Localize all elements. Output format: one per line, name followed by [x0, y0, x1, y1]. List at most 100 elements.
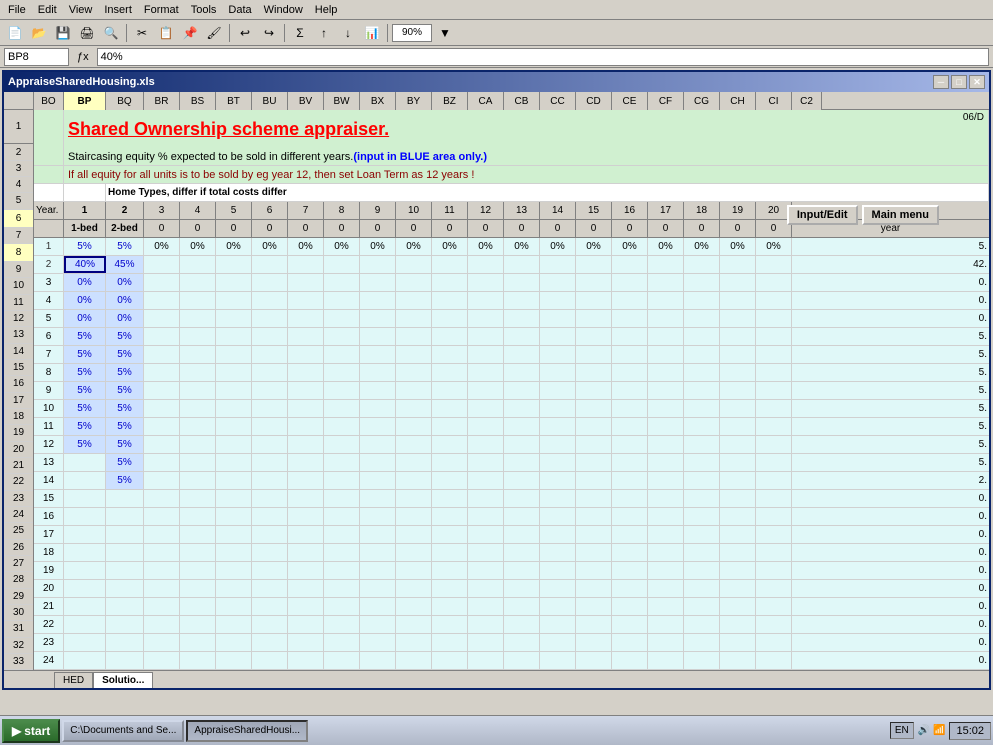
cell-row10-c19[interactable]	[720, 400, 756, 417]
cell-row9-c5[interactable]	[216, 382, 252, 399]
cell-row15-c13[interactable]	[504, 490, 540, 507]
close-button[interactable]: ✕	[969, 75, 985, 89]
cell-row16-c10[interactable]	[396, 508, 432, 525]
cell-row12-c19[interactable]	[720, 436, 756, 453]
taskbar-item-documents[interactable]: C:\Documents and Se...	[62, 720, 184, 742]
cell-row20-c8[interactable]	[324, 580, 360, 597]
cell-row16-c9[interactable]	[360, 508, 396, 525]
cell-row20-c5[interactable]	[216, 580, 252, 597]
col-header-CD[interactable]: CD	[576, 92, 612, 110]
cell-row1-c15[interactable]: 0%	[576, 238, 612, 255]
cell-row18-c11[interactable]	[432, 544, 468, 561]
cell-row22-c7[interactable]	[288, 616, 324, 633]
cell-row15-c3[interactable]	[144, 490, 180, 507]
cell-row14-c14[interactable]	[540, 472, 576, 489]
cell-row8-c12[interactable]	[468, 364, 504, 381]
cell-row24-c12[interactable]	[468, 652, 504, 669]
cell-row17-c19[interactable]	[720, 526, 756, 543]
cell-row5-c17[interactable]	[648, 310, 684, 327]
cell-row18-c17[interactable]	[648, 544, 684, 561]
cell-row2-c3[interactable]	[144, 256, 180, 273]
cell-row6-c6[interactable]	[252, 328, 288, 345]
cell-row20-c18[interactable]	[684, 580, 720, 597]
cell-row14-c11[interactable]	[432, 472, 468, 489]
cell-row7-c7[interactable]	[288, 346, 324, 363]
cell-row2-c11[interactable]	[432, 256, 468, 273]
cell-row2-c6[interactable]	[252, 256, 288, 273]
cell-row7-c4[interactable]	[180, 346, 216, 363]
cell-row19-c17[interactable]	[648, 562, 684, 579]
cell-row9-c17[interactable]	[648, 382, 684, 399]
cell-row21-c5[interactable]	[216, 598, 252, 615]
cell-row5-c10[interactable]	[396, 310, 432, 327]
cell-row5-c19[interactable]	[720, 310, 756, 327]
cell-row22-c14[interactable]	[540, 616, 576, 633]
cell-row5-c20[interactable]	[756, 310, 792, 327]
cell-row11-c16[interactable]	[612, 418, 648, 435]
cell-row16-c8[interactable]	[324, 508, 360, 525]
cell-row16-c18[interactable]	[684, 508, 720, 525]
cell-row9-c11[interactable]	[432, 382, 468, 399]
cell-row22-col1[interactable]	[64, 616, 106, 633]
cell-row10-c11[interactable]	[432, 400, 468, 417]
cell-row24-c4[interactable]	[180, 652, 216, 669]
cell-row21-c4[interactable]	[180, 598, 216, 615]
sum-button[interactable]: Σ	[289, 22, 311, 44]
cell-year-23[interactable]: 23	[34, 634, 64, 651]
cell-row1-c13[interactable]: 0%	[504, 238, 540, 255]
menu-view[interactable]: View	[63, 2, 99, 18]
cell-row8-c16[interactable]	[612, 364, 648, 381]
cell-row15-c11[interactable]	[432, 490, 468, 507]
cell-row6-c19[interactable]	[720, 328, 756, 345]
cell-row3-c17[interactable]	[648, 274, 684, 291]
col-header-CA[interactable]: CA	[468, 92, 504, 110]
chart-button[interactable]: 📊	[361, 22, 383, 44]
cell-row24-c6[interactable]	[252, 652, 288, 669]
cell-row2-c4[interactable]	[180, 256, 216, 273]
cell-row22-c20[interactable]	[756, 616, 792, 633]
cell-row17-c5[interactable]	[216, 526, 252, 543]
main-menu-button[interactable]: Main menu	[862, 205, 939, 225]
cell-row19-c6[interactable]	[252, 562, 288, 579]
cell-row11-c19[interactable]	[720, 418, 756, 435]
cell-row13-c19[interactable]	[720, 454, 756, 471]
cell-row1-c5[interactable]: 0%	[216, 238, 252, 255]
cell-row19-c8[interactable]	[324, 562, 360, 579]
cell-row6-c17[interactable]	[648, 328, 684, 345]
cell-year-16[interactable]: 16	[34, 508, 64, 525]
cell-row9-c6[interactable]	[252, 382, 288, 399]
cell-row8-c17[interactable]	[648, 364, 684, 381]
cell-row15-c12[interactable]	[468, 490, 504, 507]
cell-row7-c5[interactable]	[216, 346, 252, 363]
cell-row9-c4[interactable]	[180, 382, 216, 399]
cell-row16-c17[interactable]	[648, 508, 684, 525]
cell-row9-c19[interactable]	[720, 382, 756, 399]
cell-row20-c20[interactable]	[756, 580, 792, 597]
cell-row9-c3[interactable]	[144, 382, 180, 399]
cell-row24-c20[interactable]	[756, 652, 792, 669]
cell-row13-c13[interactable]	[504, 454, 540, 471]
cell-row3-c20[interactable]	[756, 274, 792, 291]
cell-row5-c13[interactable]	[504, 310, 540, 327]
cell-row13-c14[interactable]	[540, 454, 576, 471]
cell-row3-col2[interactable]: 0%	[106, 274, 144, 291]
cell-row14-col1[interactable]	[64, 472, 106, 489]
cell-row19-c5[interactable]	[216, 562, 252, 579]
cell-row22-c9[interactable]	[360, 616, 396, 633]
cell-row19-c4[interactable]	[180, 562, 216, 579]
cell-row16-col1[interactable]	[64, 508, 106, 525]
cell-row18-col2[interactable]	[106, 544, 144, 561]
cell-row13-c5[interactable]	[216, 454, 252, 471]
col-header-BU[interactable]: BU	[252, 92, 288, 110]
cell-row9-col1[interactable]: 5%	[64, 382, 106, 399]
cell-row22-c4[interactable]	[180, 616, 216, 633]
cell-row15-c20[interactable]	[756, 490, 792, 507]
cell-row3-col1[interactable]: 0%	[64, 274, 106, 291]
cell-year-2[interactable]: 2	[34, 256, 64, 273]
cell-year-19[interactable]: 19	[34, 562, 64, 579]
cell-row21-c3[interactable]	[144, 598, 180, 615]
cell-row22-c17[interactable]	[648, 616, 684, 633]
cell-year-13[interactable]: 13	[34, 454, 64, 471]
menu-format[interactable]: Format	[138, 2, 185, 18]
cell-row10-col2[interactable]: 5%	[106, 400, 144, 417]
